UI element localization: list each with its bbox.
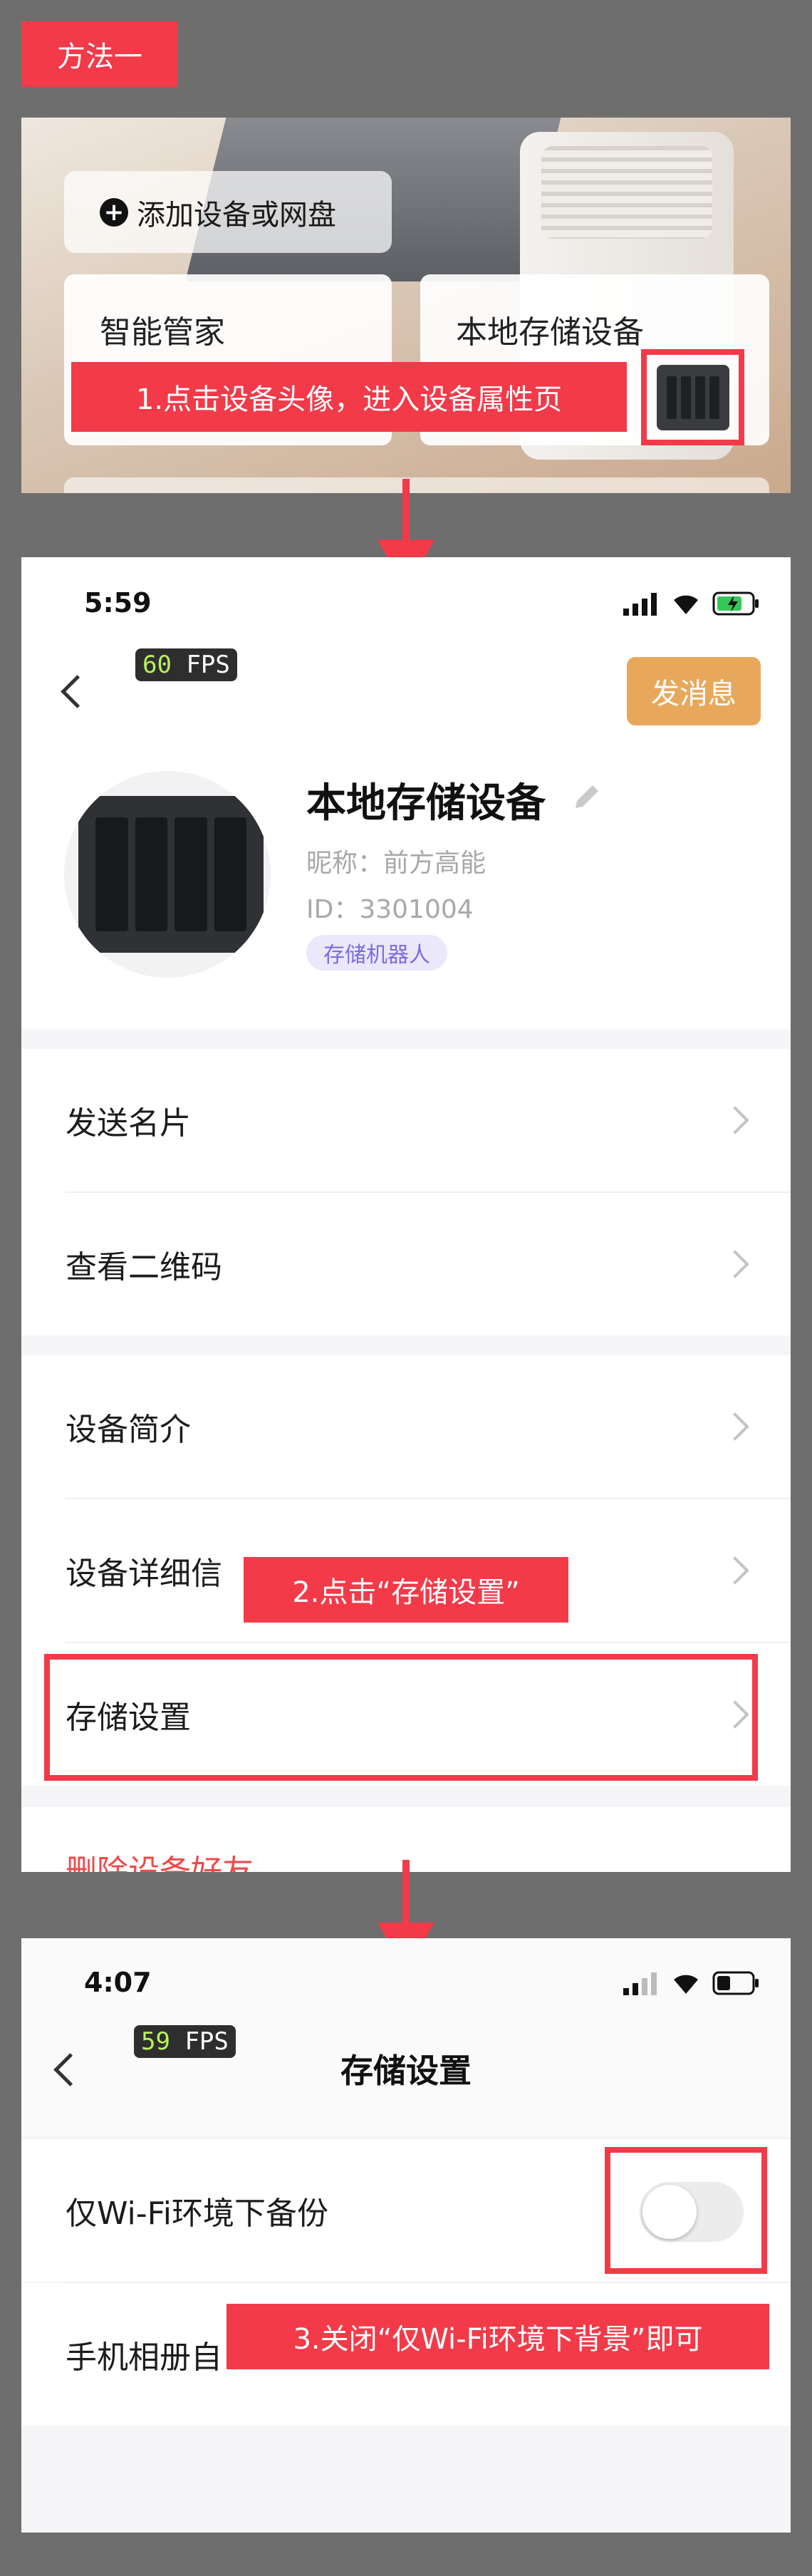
method-label: 方法一 <box>21 21 178 87</box>
card-local-storage-title: 本地存储设备 <box>456 314 644 351</box>
menu-send-card[interactable]: 发送名片 <box>21 1049 791 1191</box>
signal-icon <box>623 1972 659 1995</box>
device-nickname: 昵称：前方高能 <box>306 849 486 878</box>
chevron-right-icon <box>721 1556 749 1585</box>
section-gap <box>21 1786 791 1807</box>
edit-pencil-icon[interactable] <box>570 780 604 817</box>
wifi-icon <box>670 590 702 619</box>
status-time: 5:59 <box>84 587 152 619</box>
back-chevron-icon[interactable] <box>61 675 94 708</box>
chevron-right-icon <box>721 1412 749 1441</box>
wifi-icon <box>670 1970 702 1998</box>
highlight-box-toggle <box>605 2147 767 2274</box>
fps-counter: 60 FPS <box>135 648 237 681</box>
arrow-2-line <box>402 1860 410 1924</box>
device-name: 本地存储设备 <box>306 780 546 827</box>
send-message-button[interactable]: 发消息 <box>627 657 761 725</box>
add-device-button[interactable]: + 添加设备或网盘 <box>64 171 392 253</box>
delete-friend-button[interactable]: 删除设备好友 <box>66 1846 254 1872</box>
plus-circle-icon: + <box>100 197 128 227</box>
device-id: ID：3301004 <box>306 895 474 924</box>
section-gap <box>21 1030 791 1049</box>
signal-icon <box>623 593 659 616</box>
section-gap <box>21 1335 791 1355</box>
storage-device-vent <box>541 146 712 239</box>
nas-device-image <box>78 796 264 953</box>
chevron-right-icon <box>721 1250 749 1278</box>
highlight-box-storage <box>44 1654 758 1781</box>
step3-label: 3.关闭“仅Wi-Fi环境下背景”即可 <box>227 2304 769 2369</box>
battery-icon <box>712 1971 759 1998</box>
nas-icon[interactable] <box>657 365 729 430</box>
step2-label: 2.点击“存储设置” <box>244 1557 568 1623</box>
chevron-right-icon <box>721 1106 749 1134</box>
arrow-1-line <box>402 479 410 543</box>
device-avatar[interactable] <box>64 771 271 978</box>
device-tag: 存储机器人 <box>306 935 447 971</box>
status-time: 4:07 <box>84 1967 152 1998</box>
card-placeholder <box>64 477 769 493</box>
step1-label: 1.点击设备头像，进入设备属性页 <box>71 362 627 432</box>
battery-icon <box>712 591 759 619</box>
menu-view-qr[interactable]: 查看二维码 <box>21 1193 791 1335</box>
menu-device-intro[interactable]: 设备简介 <box>21 1355 791 1498</box>
page-title: 存储设置 <box>340 2052 472 2090</box>
card-smart-butler-title: 智能管家 <box>100 314 225 351</box>
